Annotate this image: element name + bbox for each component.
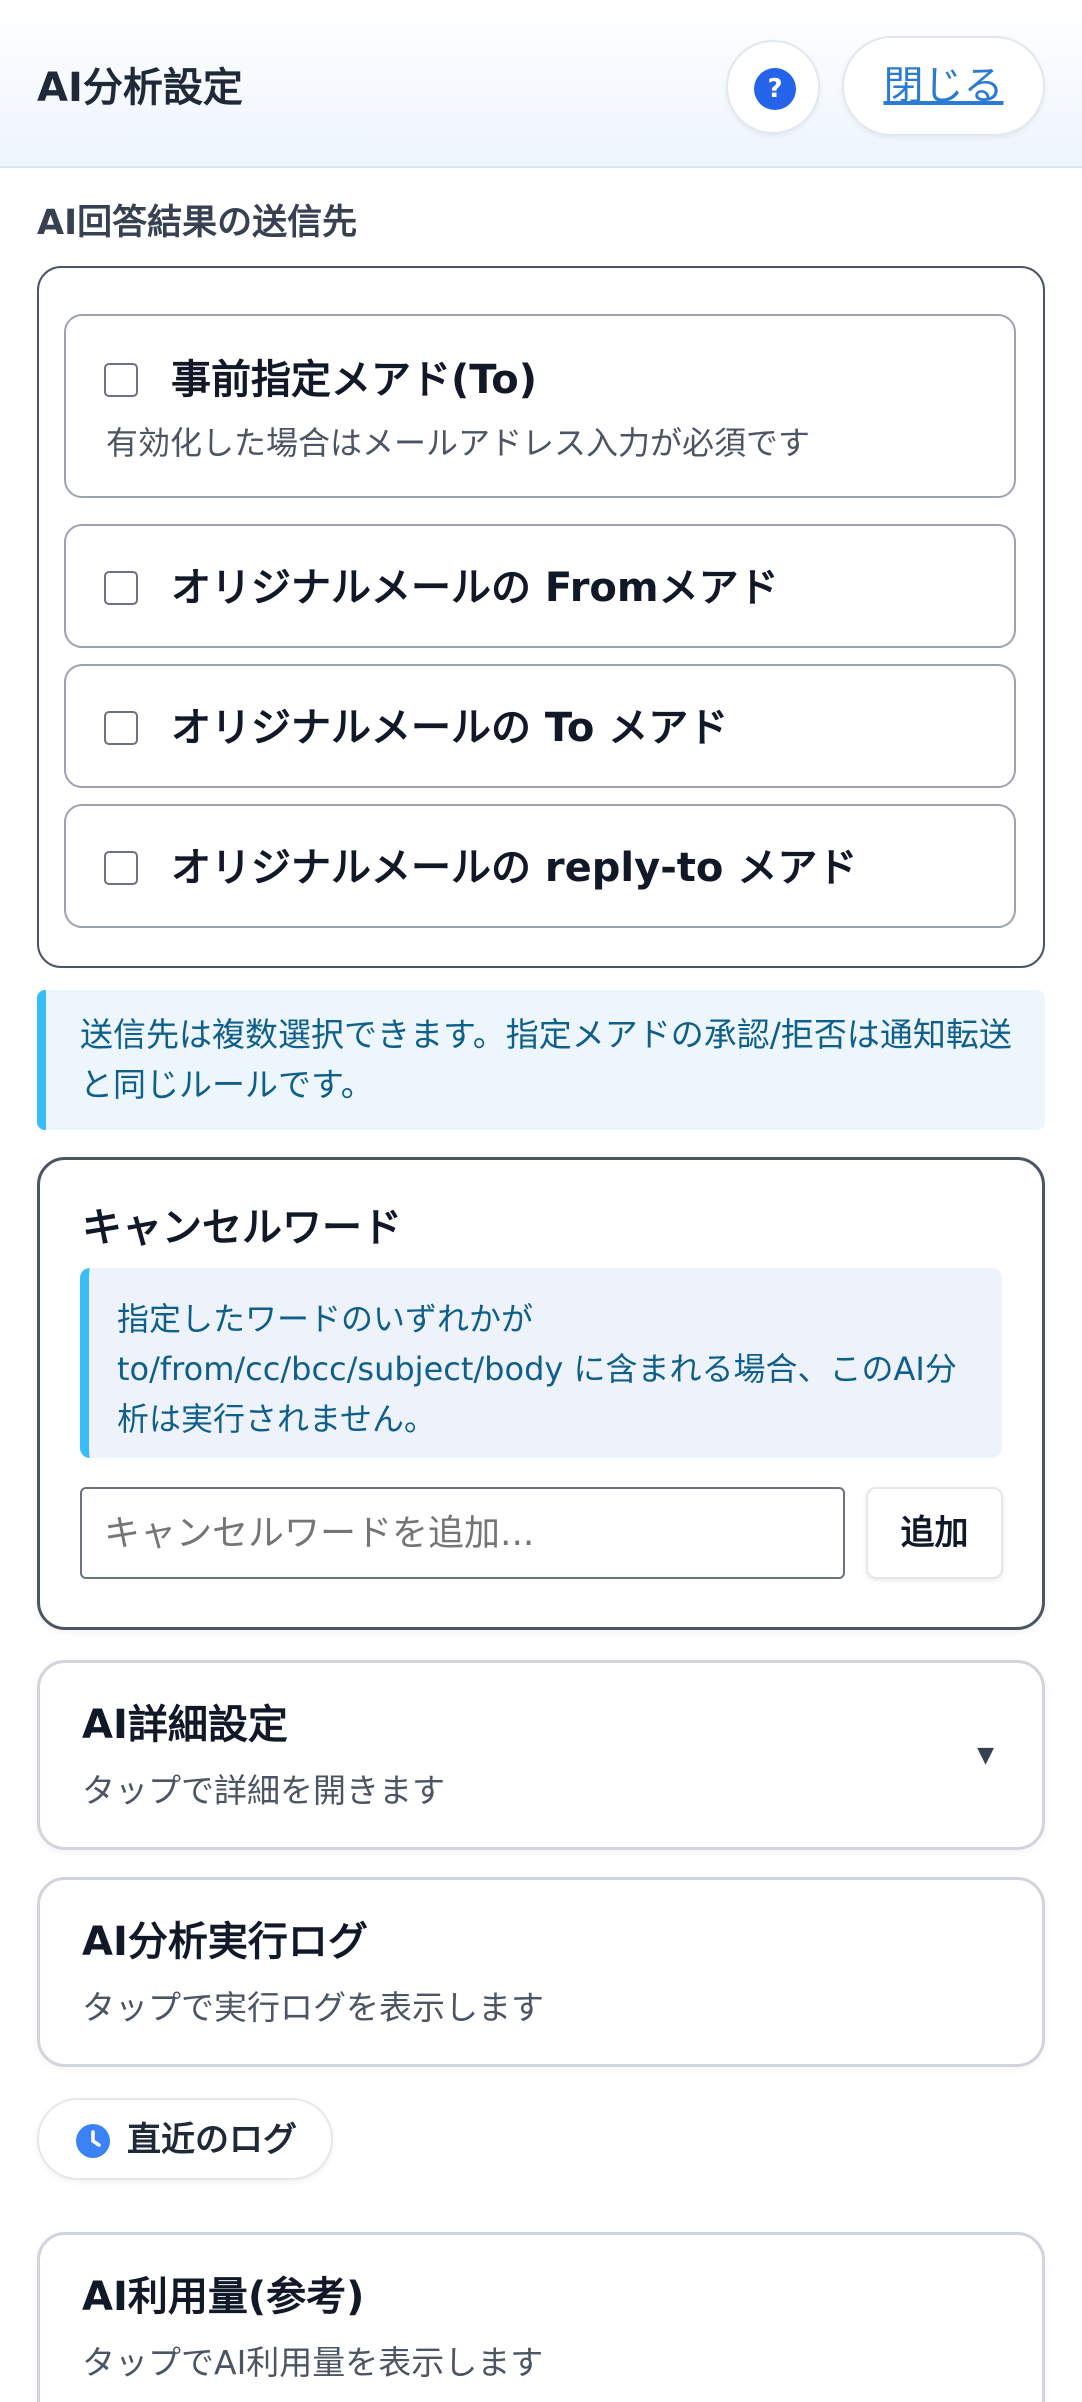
checkbox[interactable] [104,571,138,605]
close-button[interactable]: 閉じる [842,36,1045,136]
ai-details-subtitle: タップで詳細を開きます [82,1771,445,1810]
exec-log-card[interactable]: AI分析実行ログ タップで実行ログを表示します [37,1877,1045,2067]
exec-log-title: AI分析実行ログ [82,1919,368,1965]
add-cancel-word-button[interactable]: 追加 [866,1487,1003,1579]
option-sublabel: 有効化した場合はメールアドレス入力が必須です [106,424,811,462]
help-button[interactable]: ? [726,40,820,134]
destination-option-original-reply-to[interactable]: オリジナルメールの reply-to メアド [64,804,1016,928]
destination-option-original-from[interactable]: オリジナルメールの Fromメアド [64,524,1016,648]
recent-logs-label: 直近のログ [127,2120,297,2160]
question-circle-icon: ? [754,68,796,110]
checkbox[interactable] [104,363,138,397]
cancel-words-info: 指定したワードのいずれかが to/from/cc/bcc/subject/bod… [80,1268,1002,1458]
ai-usage-subtitle: タップでAI利用量を表示します [82,2343,544,2382]
exec-log-subtitle: タップで実行ログを表示します [82,1988,544,2027]
checkbox[interactable] [104,711,138,745]
cancel-word-input[interactable] [80,1487,845,1579]
ai-details-card[interactable]: AI詳細設定 タップで詳細を開きます ▼ [37,1660,1045,1850]
option-label: オリジナルメールの Fromメアド [171,565,779,611]
option-label: オリジナルメールの reply-to メアド [171,845,858,891]
page-title: AI分析設定 [37,65,243,111]
option-label: オリジナルメールの To メアド [171,705,729,751]
ai-usage-card[interactable]: AI利用量(参考) タップでAI利用量を表示します [37,2232,1045,2402]
caret-down-icon: ▼ [977,1743,994,1768]
destinations-note: 送信先は複数選択できます。指定メアドの承認/拒否は通知転送と同じルールです。 [37,990,1045,1130]
ai-details-title: AI詳細設定 [82,1702,288,1748]
header-bar: AI分析設定 ? 閉じる [0,0,1082,168]
option-label: 事前指定メアド(To) [171,357,538,403]
ai-usage-title: AI利用量(参考) [82,2274,365,2320]
cancel-words-card: キャンセルワード 指定したワードのいずれかが to/from/cc/bcc/su… [37,1157,1045,1630]
destinations-section-label: AI回答結果の送信先 [37,203,358,243]
clock-icon [76,2124,110,2158]
checkbox[interactable] [104,851,138,885]
recent-logs-button[interactable]: 直近のログ [37,2098,333,2180]
destination-option-preset-to[interactable]: 事前指定メアド(To) 有効化した場合はメールアドレス入力が必須です [64,314,1016,498]
cancel-words-title: キャンセルワード [82,1205,402,1251]
destination-option-original-to[interactable]: オリジナルメールの To メアド [64,664,1016,788]
